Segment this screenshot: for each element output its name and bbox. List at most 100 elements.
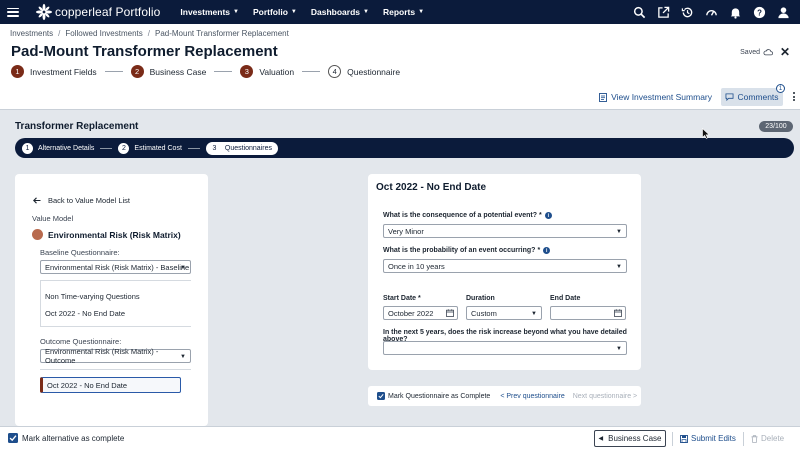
- chevron-down-icon: ▼: [363, 9, 369, 15]
- duration-select[interactable]: Custom ▼: [466, 306, 542, 320]
- bell-icon[interactable]: [729, 6, 742, 19]
- comments-button[interactable]: Comments: [721, 88, 783, 106]
- step-connector: [302, 71, 321, 72]
- back-to-value-model-list-link[interactable]: Back to Value Model List: [33, 196, 130, 205]
- svg-text:?: ?: [757, 8, 762, 17]
- next-questionnaire-link[interactable]: Next questionnaire >: [573, 393, 637, 400]
- step-label: Questionnaire: [347, 66, 401, 77]
- section-title: Transformer Replacement: [15, 121, 139, 132]
- consequence-question-text: What is the consequence of a potential e…: [383, 212, 538, 219]
- calendar-icon[interactable]: [614, 309, 622, 317]
- search-icon[interactable]: [633, 6, 646, 19]
- chevron-down-icon: ▼: [180, 265, 186, 271]
- step-valuation[interactable]: 3 Valuation: [240, 65, 294, 78]
- substep-questionnaires[interactable]: 3 Questionnaires: [205, 141, 278, 155]
- baseline-item-oct-2022[interactable]: Oct 2022 - No End Date: [45, 309, 125, 318]
- step-label: Valuation: [259, 66, 295, 77]
- outcome-item-oct-2022-selected[interactable]: Oct 2022 - No End Date: [40, 377, 181, 393]
- workflow-steps: 1 Investment Fields 2 Business Case 3 Va…: [11, 65, 400, 78]
- mark-alternative-complete-label: Mark alternative as complete: [22, 433, 125, 443]
- baseline-questionnaire-select[interactable]: Environmental Risk (Risk Matrix) - Basel…: [40, 260, 191, 274]
- info-icon[interactable]: i: [543, 247, 551, 254]
- questionnaire-form-panel: Oct 2022 - No End Date What is the conse…: [368, 174, 641, 370]
- chevron-down-icon: ▼: [180, 354, 186, 360]
- probability-select[interactable]: Once in 10 years ▼: [383, 259, 627, 273]
- more-options-icon[interactable]: [793, 92, 795, 101]
- value-model-name: Environmental Risk (Risk Matrix): [32, 229, 181, 240]
- breadcrumb-followed-investments[interactable]: Followed Investments: [65, 29, 142, 38]
- chevron-down-icon: ▼: [290, 9, 297, 15]
- probability-value: Once in 10 years: [388, 261, 445, 271]
- document-icon: [599, 92, 608, 102]
- submit-edits-button[interactable]: Submit Edits: [680, 434, 736, 443]
- progress-counter-badge: 23/100: [759, 121, 793, 132]
- menu-reports-label: Reports: [382, 7, 416, 17]
- comment-icon: [725, 93, 734, 101]
- mark-alternative-complete-checkbox[interactable]: Mark alternative as complete: [8, 433, 124, 443]
- breadcrumb-investments[interactable]: Investments: [10, 29, 53, 38]
- end-date-input[interactable]: [550, 306, 626, 320]
- top-nav: copperleaf Portfolio Investments ▼ Portfo…: [0, 0, 800, 24]
- breadcrumb: Investments / Followed Investments / Pad…: [10, 29, 289, 38]
- risk-increase-select[interactable]: ▼: [383, 341, 627, 355]
- consequence-value: Very Minor: [388, 226, 424, 236]
- start-date-label-text: Start Date: [383, 295, 417, 302]
- bottom-action-bar: Mark alternative as complete ◀ Business …: [0, 426, 800, 450]
- baseline-item-non-time-varying[interactable]: Non Time-varying Questions: [45, 292, 140, 301]
- substep-label: Questionnaires: [224, 144, 272, 152]
- performance-icon[interactable]: [705, 6, 718, 19]
- substep-label: Alternative Details: [38, 144, 95, 152]
- step-number: 1: [11, 65, 24, 78]
- checkbox-checked-icon: [377, 392, 385, 400]
- step-label: Investment Fields: [30, 66, 97, 77]
- mark-questionnaire-complete-checkbox[interactable]: Mark Questionnaire as Complete: [377, 392, 490, 400]
- required-asterisk: *: [539, 212, 542, 219]
- value-model-label: Value Model: [32, 214, 74, 223]
- delete-button[interactable]: Delete: [751, 434, 784, 443]
- baseline-questionnaire-label: Baseline Questionnaire:: [40, 248, 120, 257]
- outcome-questionnaire-label: Outcome Questionnaire:: [40, 337, 122, 346]
- menu-reports[interactable]: Reports ▼: [383, 7, 424, 17]
- outcome-questionnaire-select[interactable]: Environmental Risk (Risk Matrix) - Outco…: [40, 347, 191, 365]
- history-icon[interactable]: [681, 6, 694, 19]
- substep-connector: [187, 147, 200, 149]
- questionnaire-footer: Mark Questionnaire as Complete < Prev qu…: [368, 386, 641, 406]
- substep-estimated-cost[interactable]: 2 Estimated Cost: [118, 142, 182, 154]
- calendar-icon[interactable]: [446, 309, 454, 317]
- step-investment-fields[interactable]: 1 Investment Fields: [11, 65, 97, 78]
- main-menu: Investments ▼ Portfolio ▼ Dashboards ▼ Repo…: [180, 7, 438, 17]
- value-model-color-dot: [32, 229, 43, 240]
- substep-number: 2: [118, 142, 130, 154]
- divider: [40, 280, 191, 281]
- menu-dashboards[interactable]: Dashboards ▼: [311, 7, 369, 17]
- help-icon[interactable]: ?: [753, 6, 766, 19]
- consequence-select[interactable]: Very Minor ▼: [383, 224, 627, 238]
- questionnaire-navigator-panel: Back to Value Model List Value Model Env…: [15, 174, 208, 426]
- info-icon[interactable]: i: [544, 212, 552, 219]
- view-investment-summary-link[interactable]: View Investment Summary: [599, 92, 712, 102]
- substep-label: Estimated Cost: [134, 144, 182, 152]
- menu-portfolio-label: Portfolio: [252, 7, 288, 17]
- chevron-down-icon: ▼: [616, 264, 622, 270]
- menu-investments[interactable]: Investments ▼: [180, 7, 239, 17]
- logo[interactable]: copperleaf Portfolio: [35, 0, 160, 24]
- close-icon[interactable]: ✕: [780, 45, 790, 59]
- hamburger-menu-icon[interactable]: [7, 7, 19, 17]
- start-date-input[interactable]: October 2022: [383, 306, 458, 320]
- external-link-icon[interactable]: [657, 6, 670, 19]
- prev-questionnaire-link[interactable]: < Prev questionnaire: [500, 393, 564, 400]
- step-questionnaire[interactable]: 4 Questionnaire: [328, 65, 400, 78]
- business-case-button[interactable]: ◀ Business Case: [594, 430, 666, 447]
- substep-alternative-details[interactable]: 1 Alternative Details: [22, 142, 95, 154]
- view-summary-label: View Investment Summary: [611, 92, 712, 102]
- required-asterisk: *: [537, 247, 541, 254]
- substep-number: 1: [22, 142, 33, 154]
- user-icon[interactable]: [777, 6, 790, 19]
- step-connector: [214, 71, 233, 72]
- step-business-case[interactable]: 2 Business Case: [130, 65, 207, 78]
- step-label: Business Case: [149, 66, 207, 77]
- breadcrumb-separator: /: [147, 29, 150, 38]
- menu-portfolio[interactable]: Portfolio ▼: [253, 7, 297, 17]
- start-date-value: October 2022: [388, 308, 434, 318]
- checkbox-checked-icon: [8, 433, 18, 443]
